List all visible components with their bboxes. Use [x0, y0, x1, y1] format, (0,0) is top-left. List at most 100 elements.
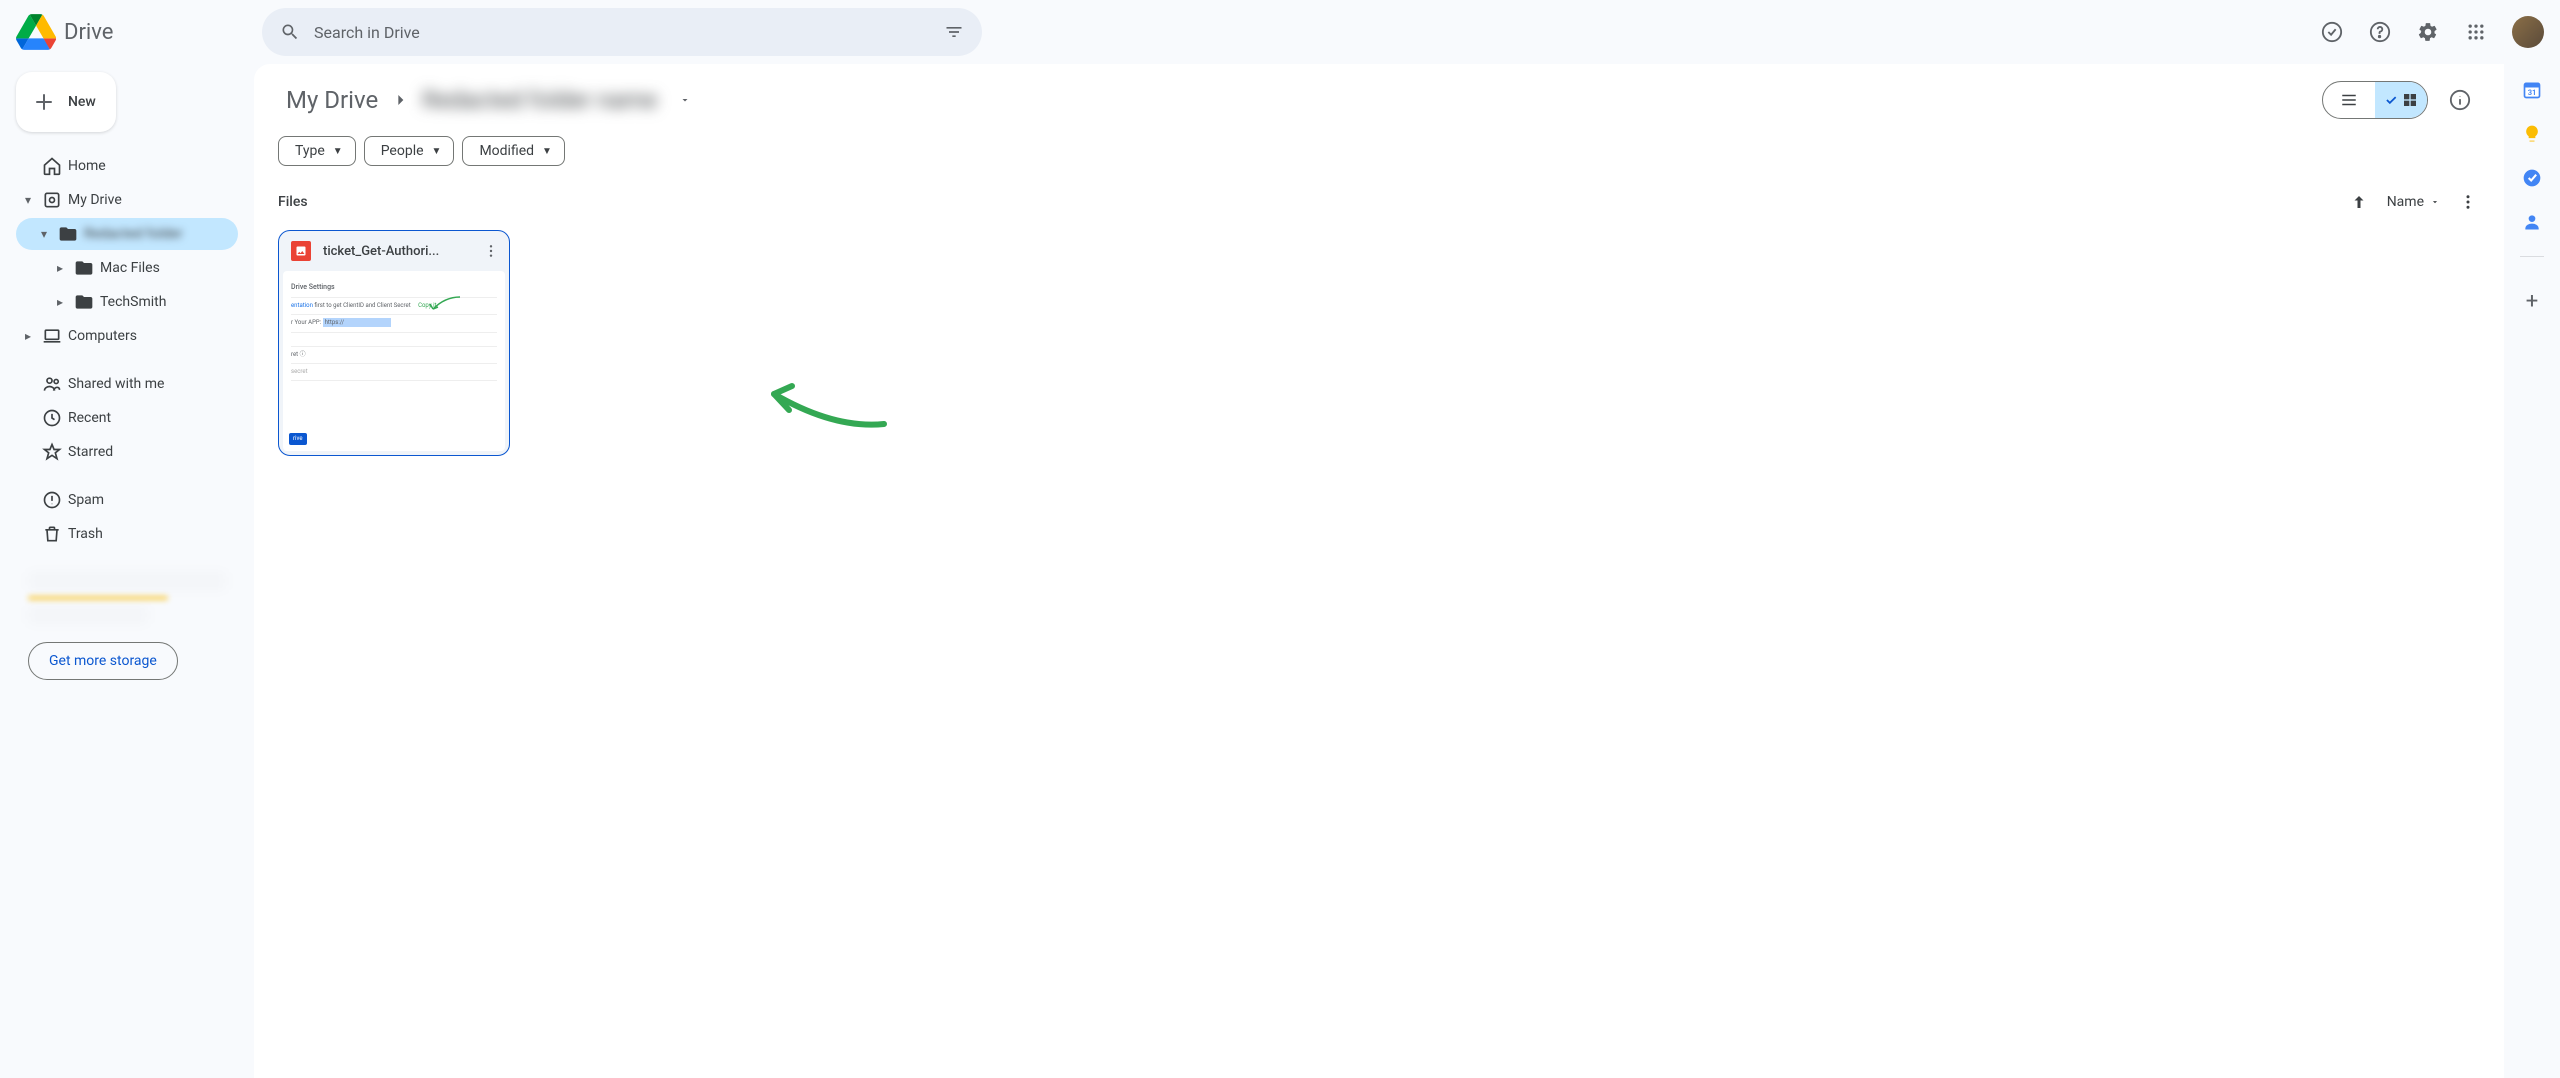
folder-icon: [56, 224, 80, 244]
sidebar-item-current-folder[interactable]: ▾ Redacted folder: [16, 218, 238, 250]
file-name: ticket_Get-Authori...: [323, 244, 469, 259]
chip-people[interactable]: People ▼: [364, 136, 455, 166]
new-button[interactable]: New: [16, 72, 116, 132]
expand-toggle[interactable]: ▾: [36, 227, 52, 241]
chevron-right-icon: [390, 90, 410, 110]
home-icon: [40, 156, 64, 176]
storage-detail: [28, 606, 148, 624]
sidebar-item-techsmith[interactable]: ▸ TechSmith: [16, 286, 238, 318]
drive-logo-icon: [16, 12, 56, 52]
breadcrumb-current[interactable]: Redacted folder name: [414, 82, 665, 118]
sidebar-item-shared[interactable]: Shared with me: [16, 368, 238, 400]
right-rail: 31 +: [2504, 64, 2560, 1078]
info-button[interactable]: [2440, 80, 2480, 120]
sort-label-text: Name: [2387, 194, 2424, 210]
sidebar: New Home ▾ My Drive ▾ Redacted folder ▸: [0, 64, 254, 1078]
more-vert-icon: [483, 243, 499, 259]
sort-by-button[interactable]: Name: [2387, 194, 2440, 210]
sidebar-item-starred[interactable]: Starred: [16, 436, 238, 468]
more-vert-icon: [2459, 193, 2477, 211]
help-icon[interactable]: [2360, 12, 2400, 52]
sidebar-item-label: Computers: [68, 328, 137, 344]
sidebar-item-label: Recent: [68, 410, 111, 426]
folder-icon: [72, 258, 96, 278]
sidebar-item-label: Shared with me: [68, 376, 164, 392]
expand-toggle[interactable]: ▸: [20, 329, 36, 343]
drive-logo-area[interactable]: Drive: [16, 12, 254, 52]
chevron-down-icon: ▼: [542, 146, 552, 157]
get-storage-button[interactable]: Get more storage: [28, 642, 178, 680]
breadcrumb-root[interactable]: My Drive: [278, 82, 386, 118]
clock-icon: [40, 408, 64, 428]
more-options-button[interactable]: [2456, 190, 2480, 214]
search-input[interactable]: [310, 23, 934, 42]
chevron-down-icon: [2430, 197, 2440, 207]
settings-icon[interactable]: [2408, 12, 2448, 52]
file-thumbnail: Drive Settings entation first to get Cli…: [283, 271, 505, 451]
sidebar-item-label: Mac Files: [100, 260, 160, 276]
chip-type[interactable]: Type ▼: [278, 136, 356, 166]
sidebar-item-mydrive[interactable]: ▾ My Drive: [16, 184, 238, 216]
sidebar-item-mac-files[interactable]: ▸ Mac Files: [16, 252, 238, 284]
search-icon[interactable]: [270, 12, 310, 52]
chevron-down-icon: [679, 94, 691, 106]
calendar-app-icon[interactable]: 31: [2522, 80, 2542, 100]
chip-label: People: [381, 143, 424, 159]
sidebar-item-label: Home: [68, 158, 106, 174]
chevron-down-icon: ▼: [333, 146, 343, 157]
storage-bar: [28, 596, 168, 600]
storage-section: Get more storage: [16, 572, 238, 680]
folder-icon: [72, 292, 96, 312]
sidebar-item-label: Trash: [68, 526, 103, 542]
chip-label: Modified: [479, 143, 534, 159]
file-card[interactable]: ticket_Get-Authori... Drive Settings ent…: [278, 230, 510, 456]
nav-list: Home ▾ My Drive ▾ Redacted folder ▸ Mac …: [16, 148, 238, 552]
account-avatar[interactable]: [2512, 16, 2544, 48]
svg-text:31: 31: [2528, 88, 2537, 97]
grid-view-button[interactable]: [2375, 82, 2427, 118]
expand-toggle[interactable]: ▸: [52, 295, 68, 309]
expand-toggle[interactable]: ▸: [52, 261, 68, 275]
section-title: Files: [278, 194, 2347, 210]
sidebar-item-recent[interactable]: Recent: [16, 402, 238, 434]
filter-chips: Type ▼ People ▼ Modified ▼: [278, 136, 2480, 166]
apps-grid-icon[interactable]: [2456, 12, 2496, 52]
people-icon: [40, 374, 64, 394]
chip-modified[interactable]: Modified ▼: [462, 136, 565, 166]
header-actions: [2312, 12, 2544, 52]
sidebar-item-home[interactable]: Home: [16, 150, 238, 182]
arrow-up-icon: [2350, 193, 2368, 211]
grid-icon: [2402, 92, 2418, 108]
expand-toggle[interactable]: ▾: [20, 193, 36, 207]
breadcrumb-dropdown[interactable]: [673, 88, 697, 112]
add-app-button[interactable]: +: [2512, 281, 2552, 321]
drive-icon: [40, 190, 64, 210]
keep-app-icon[interactable]: [2522, 124, 2542, 144]
file-more-button[interactable]: [481, 241, 501, 261]
sidebar-item-label: Redacted folder: [84, 226, 183, 242]
sidebar-item-label: TechSmith: [100, 294, 166, 310]
sidebar-item-label: My Drive: [68, 192, 122, 208]
tasks-app-icon[interactable]: [2522, 168, 2542, 188]
list-icon: [2340, 91, 2358, 109]
header: Drive: [0, 0, 2560, 64]
star-icon: [40, 442, 64, 462]
new-button-label: New: [68, 94, 96, 110]
list-view-button[interactable]: [2323, 82, 2375, 118]
offline-ready-icon[interactable]: [2312, 12, 2352, 52]
sidebar-item-label: Spam: [68, 492, 104, 508]
sidebar-item-label: Starred: [68, 444, 113, 460]
chevron-down-icon: ▼: [432, 146, 442, 157]
sort-direction-button[interactable]: [2347, 190, 2371, 214]
sidebar-item-computers[interactable]: ▸ Computers: [16, 320, 238, 352]
sidebar-item-trash[interactable]: Trash: [16, 518, 238, 550]
search-bar: [262, 8, 982, 56]
trash-icon: [40, 524, 64, 544]
contacts-app-icon[interactable]: [2522, 212, 2542, 232]
laptop-icon: [40, 326, 64, 346]
sidebar-item-spam[interactable]: Spam: [16, 484, 238, 516]
search-filters-icon[interactable]: [934, 12, 974, 52]
divider: [2520, 256, 2544, 257]
check-icon: [2384, 93, 2398, 107]
storage-text: [28, 572, 226, 590]
